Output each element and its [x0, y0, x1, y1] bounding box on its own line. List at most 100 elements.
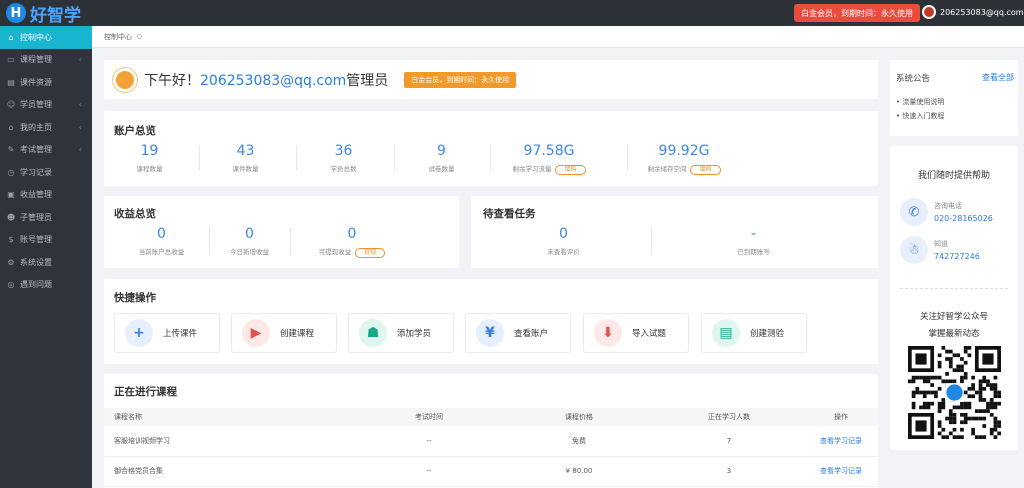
- chevron-left-icon: ‹: [78, 145, 82, 155]
- sidebar-item-label: 子管理员: [20, 212, 52, 222]
- record-icon: ◷: [7, 167, 15, 177]
- phone-number[interactable]: 020-28165026: [934, 214, 993, 223]
- stat-item: 0 可提现收益 提现: [292, 226, 412, 258]
- stat-label-text: 当前账户总收益: [138, 248, 185, 256]
- sidebar-item-label: 我的主页: [20, 122, 52, 132]
- quick-action-button[interactable]: ⬇ 导入试题: [583, 313, 689, 353]
- sidebar-item[interactable]: ⌂ 我的主页 ‹: [0, 116, 92, 139]
- quick-action-button[interactable]: ¥ 查看账户: [465, 313, 571, 353]
- stat-value: -: [750, 226, 757, 242]
- close-tab-icon[interactable]: [137, 34, 142, 39]
- sidebar-item-label: 控制中心: [20, 32, 52, 42]
- income-overview-title: 收益总览: [114, 208, 156, 220]
- system-notice-title: 系统公告: [896, 74, 931, 84]
- qq-icon: ☃: [900, 236, 928, 264]
- quick-action-icon: ¥: [476, 319, 504, 347]
- logo[interactable]: H 好智学: [6, 3, 81, 26]
- quick-action-button[interactable]: + 上传课件: [114, 313, 220, 353]
- ongoing-courses-card: 正在进行课程 课程名称 考试时间 课程价格 正在学习人数 操作 客服培训视频学习 -- 免费…: [104, 374, 878, 488]
- quick-action-button[interactable]: ☗ 添加学员: [348, 313, 454, 353]
- stat-item: 97.58G 剩余学习流量 增购: [489, 143, 609, 175]
- book-icon: ▭: [7, 55, 15, 65]
- stat-item: - 已到期账号: [706, 226, 801, 256]
- sidebar-item-label: 课件资源: [20, 77, 52, 87]
- sidebar-item-label: 学习记录: [20, 167, 52, 177]
- user-menu[interactable]: 206253083@qq.com ⌄: [922, 5, 1024, 19]
- wallet-icon: ▣: [7, 190, 15, 200]
- greeting-suffix: 管理员: [346, 72, 389, 89]
- admin-icon: ☻: [6, 212, 16, 222]
- table-cell: 3: [654, 456, 804, 487]
- qq-number[interactable]: 742727246: [934, 252, 980, 261]
- stat-label-text: 课件数量: [232, 165, 259, 173]
- breadcrumb-current[interactable]: 控制中心: [104, 32, 132, 42]
- qq-label: 知道: [934, 240, 948, 248]
- table-cell: 免费: [504, 426, 654, 457]
- home-page-icon: ⌂: [8, 122, 14, 132]
- notice-item[interactable]: • 流量使用说明: [896, 97, 944, 107]
- sidebar-item[interactable]: $ 账号管理: [0, 229, 92, 252]
- stat-value: 9: [437, 143, 446, 159]
- vip-status-button[interactable]: 白金会员，到期时间：永久使用: [794, 4, 920, 22]
- chevron-left-icon: ‹: [78, 122, 82, 132]
- stat-label-text: 可提现收益: [318, 248, 352, 256]
- stat-item: 19 课程数量: [102, 143, 197, 173]
- logo-text: 好智学: [30, 5, 81, 26]
- sidebar-item[interactable]: ⚙ 系统设置: [0, 251, 92, 274]
- table-header-cell: 课程名称: [104, 408, 354, 426]
- stat-label-text: 课程数量: [136, 165, 163, 173]
- table-cell: --: [354, 426, 504, 457]
- stat-action-button[interactable]: 增购: [690, 165, 721, 175]
- sidebar-item[interactable]: ✎ 考试管理 ‹: [0, 139, 92, 162]
- stat-label-text: 试卷数量: [428, 165, 455, 173]
- sidebar-item[interactable]: ▭ 课程管理 ‹: [0, 49, 92, 72]
- stat-action-button[interactable]: 增购: [555, 165, 586, 175]
- avatar: [922, 5, 936, 19]
- stat-label-text: 剩余学习流量: [512, 165, 552, 173]
- stat-label: 课件数量: [198, 163, 293, 173]
- view-learning-record-link[interactable]: 查看学习记录: [804, 456, 878, 487]
- stat-divider: [394, 145, 395, 171]
- quick-action-label: 添加学员: [397, 329, 432, 339]
- stat-value: 0: [245, 226, 254, 242]
- sidebar: ⌂ 控制中心 ▭ 课程管理 ‹ ▤ 课件资源 ☺ 学员管理 ‹ ⌂ 我的主页 ‹ ✎ 考试管理 ‹ ◷ 学习记录 ▣…: [0, 26, 92, 488]
- stat-label: 剩余学习流量 增购: [489, 163, 609, 175]
- stat-divider: [199, 145, 200, 171]
- view-all-link[interactable]: 查看全部: [982, 72, 1014, 83]
- quick-action-icon: ☗: [359, 319, 387, 347]
- sidebar-item[interactable]: ▣ 收益管理: [0, 184, 92, 207]
- quick-action-icon: +: [125, 319, 153, 347]
- account-overview-title: 账户总览: [114, 125, 156, 137]
- sidebar-item[interactable]: ◎ 遇到问题: [0, 274, 92, 297]
- quick-action-button[interactable]: ▶ 创建课程: [231, 313, 337, 353]
- system-notice-card: 系统公告 查看全部 • 流量使用说明 • 快速入门教程: [890, 60, 1018, 136]
- chevron-left-icon: ‹: [78, 55, 82, 65]
- quick-action-icon: ⬇: [594, 319, 622, 347]
- folder-icon: ▤: [7, 77, 15, 87]
- notice-item-label: 流量使用说明: [902, 98, 945, 106]
- quick-action-icon: ▶: [242, 319, 270, 347]
- notice-item[interactable]: • 快速入门教程: [896, 111, 944, 121]
- sidebar-item-label: 系统设置: [20, 257, 52, 267]
- stat-action-button[interactable]: 提现: [355, 248, 386, 258]
- quick-action-label: 创建课程: [280, 329, 315, 339]
- stat-value: 0: [157, 226, 166, 242]
- sidebar-item[interactable]: ☻ 子管理员: [0, 206, 92, 229]
- quick-action-icon: ▤: [712, 319, 740, 347]
- stat-label-text: 学员总数: [330, 165, 357, 173]
- stat-divider: [290, 228, 291, 254]
- sidebar-item[interactable]: ⌂ 控制中心: [0, 26, 92, 49]
- sidebar-item[interactable]: ☺ 学员管理 ‹: [0, 94, 92, 117]
- sidebar-item[interactable]: ◷ 学习记录: [0, 161, 92, 184]
- quick-action-label: 查看账户: [514, 329, 549, 339]
- quick-action-button[interactable]: ▤ 创建测验: [701, 313, 807, 353]
- greeting-email: 206253083@qq.com: [200, 72, 347, 89]
- sidebar-item[interactable]: ▤ 课件资源: [0, 71, 92, 94]
- view-learning-record-link[interactable]: 查看学习记录: [804, 426, 878, 457]
- help-icon: ◎: [7, 280, 15, 290]
- help-title: 我们随时提供帮助: [917, 171, 990, 181]
- stat-label-text: 已到期账号: [737, 248, 770, 256]
- stat-label: 学员总数: [296, 163, 391, 173]
- wechat-line-2: 掌握最新动态: [928, 329, 980, 339]
- logo-icon: H: [6, 3, 26, 23]
